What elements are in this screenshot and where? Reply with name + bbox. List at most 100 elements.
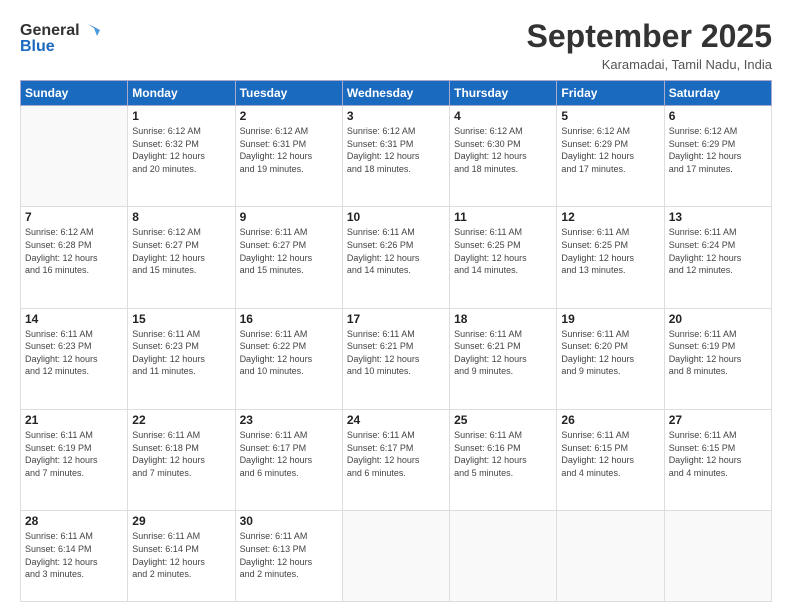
calendar-cell: 13Sunrise: 6:11 AM Sunset: 6:24 PM Dayli… (664, 207, 771, 308)
calendar-day-header: Monday (128, 81, 235, 106)
calendar-cell: 9Sunrise: 6:11 AM Sunset: 6:27 PM Daylig… (235, 207, 342, 308)
calendar-cell: 24Sunrise: 6:11 AM Sunset: 6:17 PM Dayli… (342, 409, 449, 510)
calendar-cell: 29Sunrise: 6:11 AM Sunset: 6:14 PM Dayli… (128, 511, 235, 602)
logo-bird-icon (80, 22, 102, 40)
calendar-day-header: Sunday (21, 81, 128, 106)
cell-info: Sunrise: 6:11 AM Sunset: 6:19 PM Dayligh… (25, 429, 123, 479)
day-number: 24 (347, 413, 445, 427)
day-number: 7 (25, 210, 123, 224)
calendar-cell: 7 Sunrise: 6:12 AM Sunset: 6:28 PM Daylig… (21, 207, 128, 308)
calendar-cell: 21 Sunrise: 6:11 AM Sunset: 6:19 PM Dayli… (21, 409, 128, 510)
day-number: 11 (454, 210, 552, 224)
cell-info: Sunrise: 6:11 AM Sunset: 6:22 PM Dayligh… (240, 328, 338, 378)
calendar-cell: 28 Sunrise: 6:11 AM Sunset: 6:14 PM Dayli… (21, 511, 128, 602)
calendar-week-row: 21 Sunrise: 6:11 AM Sunset: 6:19 PM Dayli… (21, 409, 772, 510)
cell-info: Sunrise: 6:12 AM Sunset: 6:29 PM Dayligh… (669, 125, 767, 175)
day-number: 10 (347, 210, 445, 224)
calendar-cell: 30 Sunrise: 6:11 AM Sunset: 6:13 PM Dayli… (235, 511, 342, 602)
cell-info: Sunrise: 6:12 AM Sunset: 6:28 PM Dayligh… (25, 226, 123, 276)
cell-info: Sunrise: 6:11 AM Sunset: 6:15 PM Dayligh… (561, 429, 659, 479)
calendar-day-header: Friday (557, 81, 664, 106)
day-number: 21 (25, 413, 123, 427)
cell-info: Sunrise: 6:11 AM Sunset: 6:20 PM Dayligh… (561, 328, 659, 378)
cell-info: Sunrise: 6:11 AM Sunset: 6:14 PM Dayligh… (25, 530, 123, 580)
calendar-cell: 16 Sunrise: 6:11 AM Sunset: 6:22 PM Dayli… (235, 308, 342, 409)
cell-info: Sunrise: 6:11 AM Sunset: 6:23 PM Dayligh… (132, 328, 230, 378)
day-number: 25 (454, 413, 552, 427)
calendar-table: SundayMondayTuesdayWednesdayThursdayFrid… (20, 80, 772, 602)
calendar-cell: 15 Sunrise: 6:11 AM Sunset: 6:23 PM Dayli… (128, 308, 235, 409)
logo-blue: Blue (20, 38, 55, 56)
calendar-cell (557, 511, 664, 602)
month-title: September 2025 (527, 18, 772, 55)
calendar-cell (21, 106, 128, 207)
calendar-cell: 11 Sunrise: 6:11 AM Sunset: 6:25 PM Dayli… (450, 207, 557, 308)
day-number: 12 (561, 210, 659, 224)
cell-info: Sunrise: 6:12 AM Sunset: 6:29 PM Dayligh… (561, 125, 659, 175)
day-number: 3 (347, 109, 445, 123)
cell-info: Sunrise: 6:11 AM Sunset: 6:25 PM Dayligh… (454, 226, 552, 276)
day-number: 9 (240, 210, 338, 224)
day-number: 14 (25, 312, 123, 326)
day-number: 15 (132, 312, 230, 326)
day-number: 8 (132, 210, 230, 224)
day-number: 19 (561, 312, 659, 326)
cell-info: Sunrise: 6:11 AM Sunset: 6:13 PM Dayligh… (240, 530, 338, 580)
calendar-cell: 6 Sunrise: 6:12 AM Sunset: 6:29 PM Daylig… (664, 106, 771, 207)
calendar-week-row: 7 Sunrise: 6:12 AM Sunset: 6:28 PM Daylig… (21, 207, 772, 308)
header: General Blue September 2025 Karamadai, T… (20, 18, 772, 72)
calendar-cell: 23 Sunrise: 6:11 AM Sunset: 6:17 PM Dayli… (235, 409, 342, 510)
day-number: 22 (132, 413, 230, 427)
day-number: 27 (669, 413, 767, 427)
calendar-cell: 14 Sunrise: 6:11 AM Sunset: 6:23 PM Dayli… (21, 308, 128, 409)
day-number: 2 (240, 109, 338, 123)
cell-info: Sunrise: 6:11 AM Sunset: 6:26 PM Dayligh… (347, 226, 445, 276)
calendar-week-row: 28 Sunrise: 6:11 AM Sunset: 6:14 PM Dayli… (21, 511, 772, 602)
calendar-day-header: Saturday (664, 81, 771, 106)
cell-info: Sunrise: 6:11 AM Sunset: 6:15 PM Dayligh… (669, 429, 767, 479)
day-number: 1 (132, 109, 230, 123)
cell-info: Sunrise: 6:11 AM Sunset: 6:24 PM Dayligh… (669, 226, 767, 276)
calendar-day-header: Tuesday (235, 81, 342, 106)
cell-info: Sunrise: 6:11 AM Sunset: 6:19 PM Dayligh… (669, 328, 767, 378)
day-number: 29 (132, 514, 230, 528)
cell-info: Sunrise: 6:11 AM Sunset: 6:25 PM Dayligh… (561, 226, 659, 276)
cell-info: Sunrise: 6:12 AM Sunset: 6:30 PM Dayligh… (454, 125, 552, 175)
day-number: 23 (240, 413, 338, 427)
cell-info: Sunrise: 6:11 AM Sunset: 6:23 PM Dayligh… (25, 328, 123, 378)
cell-info: Sunrise: 6:12 AM Sunset: 6:31 PM Dayligh… (240, 125, 338, 175)
logo: General Blue (20, 22, 102, 56)
day-number: 16 (240, 312, 338, 326)
calendar-week-row: 1Sunrise: 6:12 AM Sunset: 6:32 PM Daylig… (21, 106, 772, 207)
calendar-cell (450, 511, 557, 602)
calendar-cell: 5 Sunrise: 6:12 AM Sunset: 6:29 PM Daylig… (557, 106, 664, 207)
cell-info: Sunrise: 6:12 AM Sunset: 6:31 PM Dayligh… (347, 125, 445, 175)
calendar-cell: 12 Sunrise: 6:11 AM Sunset: 6:25 PM Dayli… (557, 207, 664, 308)
calendar-day-header: Wednesday (342, 81, 449, 106)
day-number: 20 (669, 312, 767, 326)
calendar-cell: 19 Sunrise: 6:11 AM Sunset: 6:20 PM Dayli… (557, 308, 664, 409)
day-number: 28 (25, 514, 123, 528)
calendar-cell: 22Sunrise: 6:11 AM Sunset: 6:18 PM Dayli… (128, 409, 235, 510)
calendar-cell: 25 Sunrise: 6:11 AM Sunset: 6:16 PM Dayli… (450, 409, 557, 510)
cell-info: Sunrise: 6:11 AM Sunset: 6:16 PM Dayligh… (454, 429, 552, 479)
day-number: 30 (240, 514, 338, 528)
calendar-day-header: Thursday (450, 81, 557, 106)
title-block: September 2025 Karamadai, Tamil Nadu, In… (527, 18, 772, 72)
day-number: 18 (454, 312, 552, 326)
calendar-cell: 4Sunrise: 6:12 AM Sunset: 6:30 PM Daylig… (450, 106, 557, 207)
calendar-week-row: 14 Sunrise: 6:11 AM Sunset: 6:23 PM Dayli… (21, 308, 772, 409)
day-number: 5 (561, 109, 659, 123)
calendar-cell (664, 511, 771, 602)
page: General Blue September 2025 Karamadai, T… (0, 0, 792, 612)
day-number: 6 (669, 109, 767, 123)
calendar-cell: 26 Sunrise: 6:11 AM Sunset: 6:15 PM Dayli… (557, 409, 664, 510)
location: Karamadai, Tamil Nadu, India (527, 57, 772, 72)
cell-info: Sunrise: 6:11 AM Sunset: 6:21 PM Dayligh… (454, 328, 552, 378)
cell-info: Sunrise: 6:11 AM Sunset: 6:21 PM Dayligh… (347, 328, 445, 378)
calendar-cell: 8Sunrise: 6:12 AM Sunset: 6:27 PM Daylig… (128, 207, 235, 308)
calendar-cell (342, 511, 449, 602)
cell-info: Sunrise: 6:11 AM Sunset: 6:17 PM Dayligh… (240, 429, 338, 479)
calendar-cell: 1Sunrise: 6:12 AM Sunset: 6:32 PM Daylig… (128, 106, 235, 207)
day-number: 26 (561, 413, 659, 427)
